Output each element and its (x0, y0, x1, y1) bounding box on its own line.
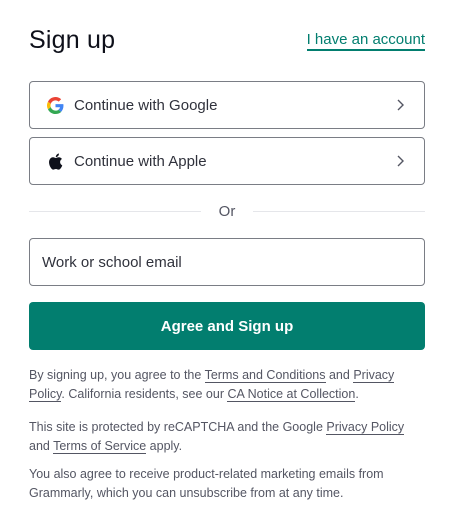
terms-text: . (355, 387, 359, 401)
chevron-right-icon (397, 155, 404, 167)
page-title: Sign up (29, 26, 116, 54)
terms-text: By signing up, you agree to the (29, 368, 205, 382)
terms-text: and (325, 368, 354, 382)
terms-notice: By signing up, you agree to the Terms an… (29, 366, 425, 404)
have-account-link[interactable]: I have an account (306, 31, 425, 51)
google-privacy-policy-link[interactable]: Privacy Policy (326, 420, 405, 435)
recaptcha-text: apply. (146, 439, 183, 453)
divider-line-right (253, 211, 425, 212)
ca-notice-link[interactable]: CA Notice at Collection (227, 387, 356, 402)
recaptcha-text: and (29, 439, 54, 453)
marketing-consent-notice: You also agree to receive product-relate… (29, 467, 384, 500)
email-field[interactable] (29, 238, 425, 286)
google-icon (46, 96, 64, 114)
google-button-label: Continue with Google (74, 96, 218, 114)
continue-with-google-button[interactable]: Continue with Google (29, 81, 425, 129)
recaptcha-text: This site is protected by reCAPTCHA and … (29, 420, 327, 434)
recaptcha-notice: This site is protected by reCAPTCHA and … (29, 418, 425, 456)
or-divider: Or (29, 203, 425, 221)
agree-and-sign-up-button[interactable]: Agree and Sign up (29, 302, 425, 350)
chevron-right-icon (397, 99, 404, 111)
apple-button-label: Continue with Apple (74, 152, 207, 170)
terms-text: . California residents, see our (61, 387, 228, 401)
continue-with-apple-button[interactable]: Continue with Apple (29, 137, 425, 185)
terms-and-conditions-link[interactable]: Terms and Conditions (204, 368, 326, 383)
google-terms-of-service-link[interactable]: Terms of Service (53, 439, 147, 454)
apple-icon (46, 152, 64, 170)
